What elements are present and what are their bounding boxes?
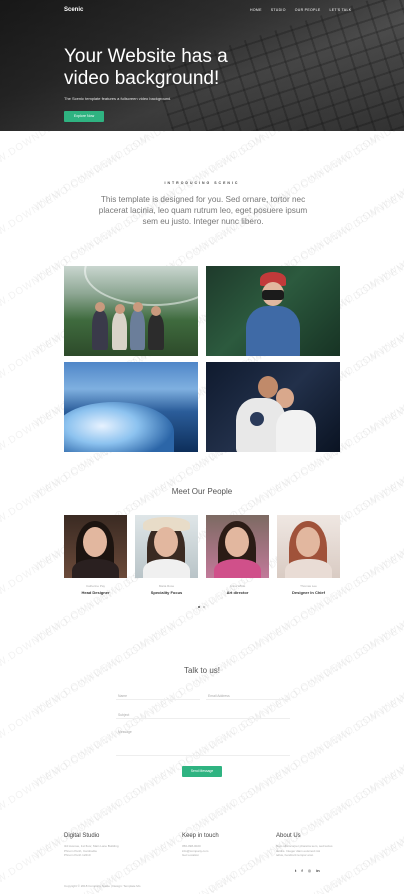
footer-about-title: About Us	[276, 833, 301, 839]
team-member-name: Catherine Pay	[85, 584, 105, 588]
hero-section: Scenic Home Studio Our People Let's Talk…	[0, 0, 404, 131]
watermark-text: WWW.DOWNDEMO.COM	[262, 636, 383, 717]
carousel-dots	[198, 606, 205, 608]
watermark-text: WWW.DOWNDEMO.COM	[207, 744, 328, 825]
footer-contact-info: 050-098-0020 info@company.com Get Locati…	[182, 844, 208, 858]
watermark-text: WWW.DOWNDEMO.COM	[377, 348, 404, 429]
team-member-role: Designer In Chief	[292, 590, 325, 595]
nav-links: Home Studio Our People Let's Talk	[250, 8, 351, 12]
gallery-image-photographer[interactable]	[206, 266, 340, 356]
watermark-overlay: WWW.DOWNDEMO.COM WWW.DOWNDEMO.COM WWW.DOWN…	[0, 131, 404, 894]
footer-contact-title: Keep in touch	[182, 833, 219, 839]
gallery-image-couple[interactable]	[206, 362, 340, 452]
team-member-role: Art director	[226, 590, 249, 595]
linkedin-icon[interactable]: in	[316, 868, 320, 873]
team-photo-3[interactable]	[206, 515, 269, 578]
nav-link-studio[interactable]: Studio	[271, 8, 286, 12]
footer-location-link[interactable]: Get Location	[182, 853, 208, 858]
watermark-text: WWW.DOWNDEMO.COM	[262, 852, 383, 894]
watermark-text: WWW.DOWNDEMO.COM	[322, 816, 404, 894]
carousel-dot-1[interactable]	[198, 606, 200, 608]
team-member-name: Thomas Lee	[300, 584, 317, 588]
hero-title: Your Website has a video background!	[64, 46, 228, 89]
twitter-icon[interactable]: t	[295, 868, 296, 873]
contact-section-title: Talk to us!	[183, 666, 220, 675]
nav-link-home[interactable]: Home	[250, 8, 262, 12]
watermark-text: WWW.DOWNDEMO.COM	[0, 672, 98, 753]
watermark-text: WWW.DOWNDEMO.COM	[377, 852, 404, 894]
team-photo-1[interactable]	[64, 515, 127, 578]
email-field[interactable]	[206, 692, 290, 700]
message-field[interactable]	[116, 728, 290, 756]
watermark-text: WWW.DOWNDEMO.COM	[92, 744, 213, 825]
watermark-text: WWW.DOWNDEMO.COM	[0, 744, 98, 825]
hero-subtitle: The Scenic template features a fullscree…	[64, 96, 172, 101]
team-member-role: Speciality Focus	[150, 590, 183, 595]
watermark-text: WWW.DOWNDEMO.COM	[147, 636, 268, 717]
watermark-text: WWW.DOWNDEMO.COM	[377, 132, 404, 213]
nav-link-lets-talk[interactable]: Let's Talk	[330, 8, 352, 12]
footer-studio-address: 3rd Avenue, 1st floor, Main Lane Buildin…	[64, 844, 119, 858]
carousel-dot-2[interactable]	[203, 606, 205, 608]
gallery-image-ocean-wave[interactable]	[64, 362, 198, 452]
social-links: t f ◎ in	[295, 868, 320, 873]
watermark-text: WWW.DOWNDEMO.COM	[377, 636, 404, 717]
brand-logo[interactable]: Scenic	[64, 7, 83, 13]
watermark-text: WWW.DOWNDEMO.COM	[92, 131, 213, 177]
intro-eyebrow: INTRODUCING SCENIC	[164, 181, 240, 185]
watermark-text: WWW.DOWNDEMO.COM	[207, 131, 328, 177]
facebook-icon[interactable]: f	[301, 868, 302, 873]
team-member-name: Anna White	[229, 584, 246, 588]
nav-link-our-people[interactable]: Our People	[295, 8, 321, 12]
subject-field[interactable]	[116, 711, 290, 719]
instagram-icon[interactable]: ◎	[308, 868, 312, 873]
name-field[interactable]	[116, 692, 200, 700]
copyright-text: Copyright © 2018 Company Name | Design: …	[64, 884, 141, 888]
footer-studio-title: Digital Studio	[64, 833, 100, 839]
watermark-text: WWW.DOWNDEMO.COM	[377, 276, 404, 357]
intro-text: This template is designed for you. Sed o…	[98, 195, 308, 226]
top-navigation: Scenic Home Studio Our People Let's Talk	[0, 0, 404, 22]
watermark-text: WWW.DOWNDEMO.COM	[0, 131, 98, 177]
team-member-role: Head Designer	[81, 590, 110, 595]
send-message-button[interactable]: Send Message	[182, 766, 222, 777]
team-photo-2[interactable]	[135, 515, 198, 578]
team-section-title: Meet Our People	[171, 487, 233, 496]
watermark-text: WWW.DOWNDEMO.COM	[322, 131, 404, 177]
team-photo-4[interactable]	[277, 515, 340, 578]
explore-button[interactable]: Explore Now	[64, 111, 104, 122]
watermark-text: WWW.DOWNDEMO.COM	[377, 780, 404, 861]
watermark-text: WWW.DOWNDEMO.COM	[377, 564, 404, 645]
watermark-text: WWW.DOWNDEMO.COM	[322, 672, 404, 753]
watermark-text: WWW.DOWNDEMO.COM	[377, 492, 404, 573]
gallery-image-greenhouse[interactable]	[64, 266, 198, 356]
watermark-text: WWW.DOWNDEMO.COM	[377, 204, 404, 285]
watermark-text: WWW.DOWNDEMO.COM	[32, 636, 153, 717]
watermark-text: WWW.DOWNDEMO.COM	[147, 852, 268, 894]
footer-about-text: Nam ullamcorper pharetra sem, sed lectus…	[276, 844, 333, 858]
watermark-text: WWW.DOWNDEMO.COM	[377, 708, 404, 789]
team-member-name: Maria Rose	[158, 584, 175, 588]
watermark-text: WWW.DOWNDEMO.COM	[322, 744, 404, 825]
